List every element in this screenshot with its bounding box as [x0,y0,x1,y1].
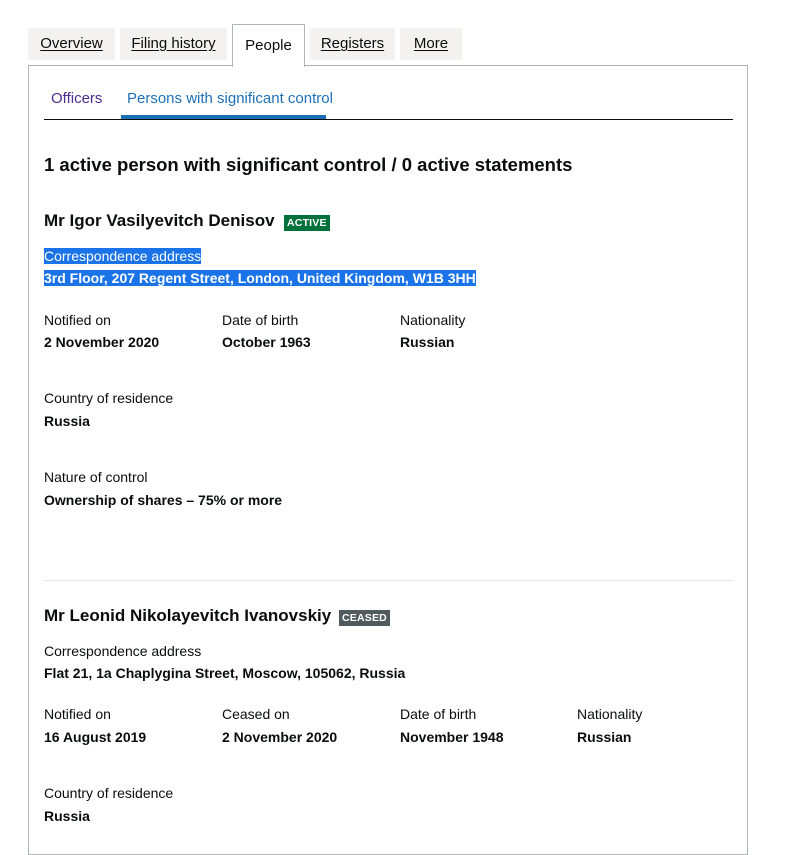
people-panel: Officers Persons with significant contro… [28,65,748,855]
notified-value: 16 August 2019 [44,729,147,745]
nationality-value: Russian [577,729,632,745]
section-divider [44,580,733,581]
page-heading: 1 active person with significant control… [44,154,573,175]
dob-value: November 1948 [400,729,504,745]
tab-registers[interactable]: Registers [310,28,395,60]
nationality-label: Nationality [577,706,643,722]
subtab-psc[interactable]: Persons with significant control [127,90,333,107]
address-label: Correspondence address [44,248,202,264]
status-badge-ceased: CEASED [339,610,390,626]
residence-value: Russia [44,413,90,429]
residence-label: Country of residence [44,785,174,801]
subtab-active-indicator [121,115,326,119]
ceased-label: Ceased on [222,706,290,722]
residence-label: Country of residence [44,390,174,406]
ceased-value: 2 November 2020 [222,729,338,745]
address-value: 3rd Floor, 207 Regent Street, London, Un… [44,270,476,286]
notified-label: Notified on [44,706,111,722]
residence-value: Russia [44,808,90,824]
people-subtabs: Officers Persons with significant contro… [44,66,733,120]
notified-label: Notified on [44,312,111,328]
dob-label: Date of birth [222,312,299,328]
address-value: Flat 21, 1a Chaplygina Street, Moscow, 1… [44,665,406,681]
dob-label: Date of birth [400,706,477,722]
address-label: Correspondence address [44,643,202,659]
notified-value: 2 November 2020 [44,334,160,350]
nationality-label: Nationality [400,312,466,328]
control-value: Ownership of shares – 75% or more [44,492,283,508]
status-badge-active: ACTIVE [284,215,330,231]
person-name[interactable]: Mr Igor Vasilyevitch Denisov [44,211,275,231]
subtab-officers[interactable]: Officers [51,90,102,107]
nationality-value: Russian [400,334,455,350]
dob-value: October 1963 [222,334,311,350]
tab-people[interactable]: People [232,24,305,67]
tab-filing-history[interactable]: Filing history [120,28,227,60]
control-label: Nature of control [44,469,148,485]
tab-overview[interactable]: Overview [28,28,115,60]
tab-more[interactable]: More [400,28,462,60]
person-name[interactable]: Mr Leonid Nikolayevitch Ivanovskiy [44,606,331,626]
